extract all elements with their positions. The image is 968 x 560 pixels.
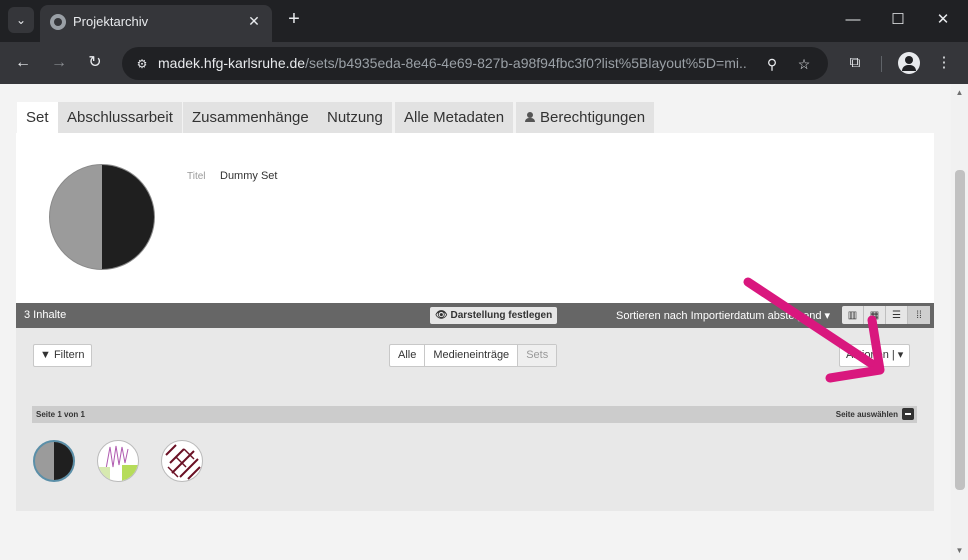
page-select-minus-icon[interactable] xyxy=(902,408,914,420)
tab-berechtigungen-label: Berechtigungen xyxy=(540,109,646,126)
maximize-icon[interactable]: ☐ xyxy=(883,8,913,32)
layout-miniature-icon[interactable]: ⁞⁞ xyxy=(908,306,930,324)
tab-close-icon[interactable]: ✕ xyxy=(244,11,264,31)
pattern-thumbnail-graphic xyxy=(165,444,201,480)
tab-search-chevron-icon[interactable]: ⌄ xyxy=(8,7,34,33)
page-select-label[interactable]: Seite auswählen xyxy=(836,410,898,419)
fix-layout-label: Darstellung festlegen xyxy=(450,310,553,321)
type-filter-group: Alle Medieneinträge Sets xyxy=(389,344,558,367)
tab-title: Projektarchiv xyxy=(73,14,149,29)
menu-kebab-icon[interactable]: ⋮ xyxy=(932,52,956,74)
site-info-icon[interactable]: ⚙ xyxy=(132,54,152,74)
filter-button[interactable]: ▼ Filtern xyxy=(33,344,92,367)
reload-icon[interactable]: ↻ xyxy=(82,51,108,75)
title-value: Dummy Set xyxy=(220,170,278,182)
person-icon xyxy=(525,112,535,122)
back-arrow-icon[interactable]: ← xyxy=(10,51,36,75)
eye-icon: 👁 xyxy=(435,310,448,321)
toolbar-divider xyxy=(881,56,882,72)
tab-zusammenhaenge[interactable]: Zusammenhänge xyxy=(183,102,318,133)
type-filter-sets[interactable]: Sets xyxy=(518,345,557,366)
filter-funnel-icon: ▼ xyxy=(40,349,51,361)
page-info: Seite 1 von 1 xyxy=(36,410,85,419)
new-tab-plus-icon[interactable]: + xyxy=(282,8,306,32)
type-filter-alle[interactable]: Alle xyxy=(390,345,426,366)
thumbnail-item[interactable] xyxy=(161,440,203,482)
forward-arrow-icon[interactable]: → xyxy=(46,51,72,75)
filter-label: Filtern xyxy=(53,349,85,361)
scroll-up-icon[interactable]: ▲ xyxy=(955,88,964,97)
page-viewport: Set Abschlussarbeit Zusammenhänge Nutzun… xyxy=(0,84,951,560)
tab-berechtigungen[interactable]: Berechtigungen xyxy=(516,102,655,133)
page-scrollbar[interactable]: ▲ ▼ xyxy=(951,84,968,560)
thumbnail-item[interactable] xyxy=(33,440,75,482)
browser-window: ⌄ Projektarchiv ✕ + — ☐ ✕ ← → ↻ ⚙ madek.… xyxy=(0,0,968,560)
thumbnail-item[interactable] xyxy=(97,440,139,482)
profile-avatar-icon[interactable] xyxy=(898,52,920,74)
tab-nutzung[interactable]: Nutzung xyxy=(318,102,392,133)
extensions-puzzle-icon[interactable]: ⧉ xyxy=(843,52,867,74)
fix-layout-button[interactable]: 👁 Darstellung festlegen xyxy=(430,307,558,324)
tab-bar: ⌄ Projektarchiv ✕ + — ☐ ✕ xyxy=(0,0,968,42)
scroll-down-icon[interactable]: ▼ xyxy=(955,546,964,555)
zoom-icon[interactable]: ⚲ xyxy=(762,54,782,74)
tab-alle-metadaten[interactable]: Alle Metadaten xyxy=(395,102,514,133)
tab-set[interactable]: Set xyxy=(17,102,58,133)
actions-caret-icon: ▾ xyxy=(897,349,904,361)
browser-tab[interactable]: Projektarchiv ✕ xyxy=(40,5,272,42)
browser-toolbar: ← → ↻ ⚙ madek.hfg-karlsruhe.de/sets/b493… xyxy=(0,42,968,84)
type-filter-medieneintraege[interactable]: Medieneinträge xyxy=(425,345,519,366)
title-label: Titel xyxy=(187,171,206,182)
annotation-arrow-icon xyxy=(743,277,885,383)
content-count: 3 Inhalte xyxy=(24,309,67,321)
minimize-icon[interactable]: — xyxy=(838,8,868,32)
sketch-thumbnail-graphic xyxy=(98,445,138,481)
scroll-thumb[interactable] xyxy=(955,170,965,490)
tab-abschlussarbeit[interactable]: Abschlussarbeit xyxy=(58,102,182,133)
url-text[interactable]: madek.hfg-karlsruhe.de/sets/b4935eda-8e4… xyxy=(158,55,748,71)
set-thumbnail[interactable] xyxy=(49,164,155,270)
pagination-bar: Seite 1 von 1 Seite auswählen xyxy=(32,406,917,423)
bookmark-star-icon[interactable]: ☆ xyxy=(794,54,814,74)
window-close-icon[interactable]: ✕ xyxy=(928,8,958,32)
address-bar[interactable]: ⚙ madek.hfg-karlsruhe.de/sets/b4935eda-8… xyxy=(122,47,828,80)
globe-favicon-icon xyxy=(50,14,66,30)
